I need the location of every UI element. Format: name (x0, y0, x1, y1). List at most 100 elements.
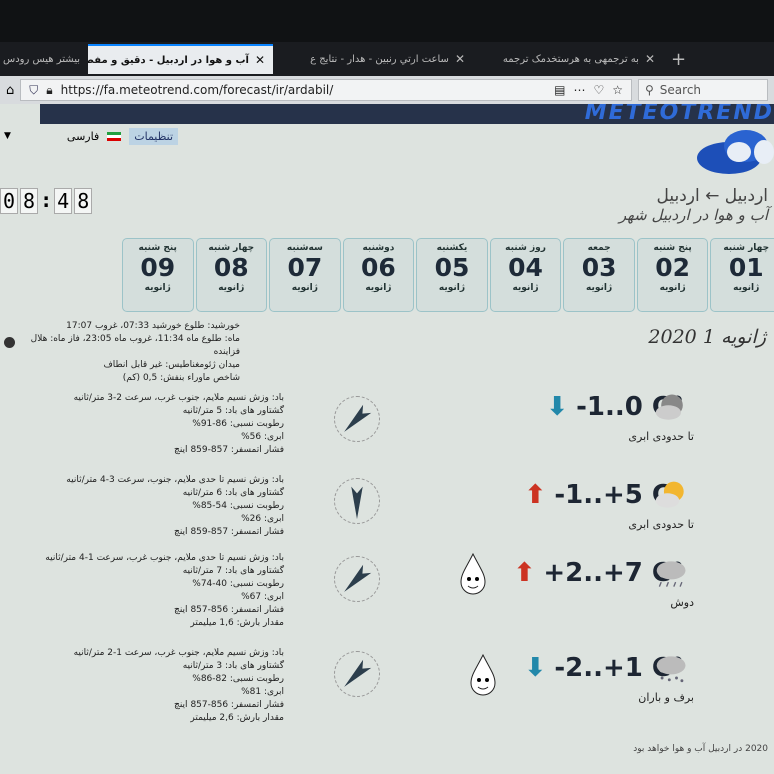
humidity-info: رطوبت نسبی: 54-85% (192, 501, 284, 511)
weekday: روز شنبه (505, 243, 546, 253)
new-tab-button[interactable]: + (663, 44, 694, 74)
search-input[interactable]: ⚲ Search (638, 79, 768, 101)
date-heading: ژانویه 1 2020 (648, 326, 766, 348)
cloud-info: ابری: 56% (241, 432, 284, 442)
clock-digit: 8 (74, 188, 93, 214)
day-tab-07[interactable]: سه‌شنبه 07 ژانویه (269, 238, 341, 312)
month: ژانویه (586, 283, 613, 293)
iran-flag-icon (107, 131, 122, 141)
close-icon[interactable]: ✕ (645, 52, 655, 66)
condition-label: برف و باران (638, 691, 694, 704)
day-number: 01 (728, 253, 764, 282)
search-icon: ⚲ (645, 83, 654, 97)
language-selector[interactable]: فارسی (67, 130, 99, 143)
gust-info: گشتاور های باد: 5 متر/ثانیه (182, 406, 284, 416)
raindrop-mascot-icon (460, 552, 486, 595)
tab-title: آب و هوا در اردبیل - دقیق و مفصل پ (88, 54, 249, 66)
close-icon[interactable]: ✕ (255, 53, 265, 67)
day-number: 04 (508, 253, 543, 282)
condition-label: تا حدودی ابری (628, 430, 694, 443)
raindrop-mascot-icon (470, 653, 496, 696)
weekday: چهار شنبه (208, 243, 255, 253)
tab[interactable]: ✕ به ترجمهی به هرستخدمک ترجمه (473, 44, 663, 74)
wind-info: باد: وزش نسیم تا حدی ملایم، جنوب، سرعت 3… (66, 475, 284, 485)
breadcrumb[interactable]: اردبیل ← اردبیل (619, 186, 768, 206)
wind-direction-icon (334, 651, 380, 697)
settings-button[interactable]: تنظیمات (129, 127, 179, 145)
day-tab-02[interactable]: پنج شنبه 02 ژانویه (636, 238, 709, 312)
day-number: 02 (655, 253, 691, 282)
address-bar[interactable]: ⛉ 🔒︎ https://fa.meteotrend.com/forecast/… (20, 79, 632, 101)
uv-index: شاخص ماوراء بنفش: 0,5 (کم) (122, 373, 240, 383)
wind-info: باد: وزش نسیم تا حدی ملایم، جنوب غرب، سر… (45, 553, 284, 563)
cloud-logo-icon (697, 130, 774, 174)
day-tab-05[interactable]: یکشنبه 05 ژانویه (416, 238, 488, 312)
forecast-details: باد: وزش نسیم ملایم، جنوب غرب، سرعت 1-2 … (44, 647, 284, 725)
day-tabs: چهار شنبه 01 ژانویه پنج شنبه 02 ژانویه جمعه 0… (121, 238, 774, 312)
pocket-icon[interactable]: ♡ (593, 83, 604, 97)
site-logo[interactable]: METEOTREND (585, 104, 774, 125)
astronomy-info: خورشید: طلوع خورشید 07:33، غروب 17:07 ما… (0, 320, 240, 385)
home-icon[interactable]: ⌂ (6, 83, 14, 98)
month: ژانویه (438, 283, 466, 293)
day-number: 05 (434, 253, 470, 282)
gust-info: گشتاور های باد: 7 متر/ثانیه (182, 566, 284, 576)
site-banner: METEOTREND (40, 104, 774, 125)
moon-phase-icon (4, 337, 15, 348)
trend-up-arrow-icon: ⬆ (524, 480, 547, 510)
month: ژانویه (144, 283, 171, 293)
day-tab-08[interactable]: چهار شنبه 08 ژانویه (195, 238, 268, 312)
trend-down-arrow-icon: ⬇ (546, 392, 569, 422)
tab[interactable]: بيشتر هيس رودس✕ (0, 44, 88, 74)
forecast-details: باد: وزش نسیم تا حدی ملایم، جنوب، سرعت 3… (44, 474, 284, 539)
location-heading: اردبیل ← اردبیل آب و هوا در اردبیل شهر (619, 186, 768, 224)
bookmark-star-icon[interactable]: ☆ (612, 83, 623, 97)
cloud-info: ابری: 67% (241, 592, 284, 602)
wind-info: باد: وزش نسیم ملایم، جنوب غرب، سرعت 2-3 … (73, 393, 284, 403)
forecast-row: باد: وزش نسیم ملایم، جنوب غرب، سرعت 2-3 … (0, 392, 774, 472)
day-number: 06 (361, 253, 396, 282)
cloud-info: ابری: 26% (241, 514, 284, 524)
weekday: سه‌شنبه (286, 243, 323, 253)
search-placeholder: Search (659, 83, 702, 97)
dropdown-icon[interactable]: ▼ (4, 131, 11, 141)
day-tab-01[interactable]: چهار شنبه 01 ژانویه (710, 238, 774, 312)
shield-icon[interactable]: ⛉ (29, 83, 38, 98)
month: ژانویه (365, 283, 392, 293)
pressure-info: فشار اتمسفر: 857-859 اینچ (174, 445, 284, 455)
clock-separator: : (40, 188, 53, 212)
weekday: پنج شنبه (653, 243, 692, 253)
navigation-bar: ⌂ ⛉ 🔒︎ https://fa.meteotrend.com/forecas… (0, 76, 774, 104)
day-tab-04[interactable]: روز شنبه 04 ژانویه (489, 238, 562, 312)
weekday: دوشنبه (362, 243, 395, 253)
weekday: پنج شنبه (138, 243, 177, 253)
language-bar: ▼ فارسی تنظیمات (0, 126, 179, 146)
day-number: 03 (581, 253, 617, 282)
gust-info: گشتاور های باد: 3 متر/ثانیه (182, 661, 284, 671)
day-tab-09[interactable]: پنج شنبه 09 ژانویه (121, 238, 194, 312)
cloud-info: ابری: 81% (241, 687, 284, 697)
day-number: 08 (213, 253, 249, 282)
day-tab-06[interactable]: دوشنبه 06 ژانویه (342, 238, 415, 312)
monitor-bezel (0, 0, 774, 42)
tab-bar: بيشتر هيس رودس✕ ✕ آب و هوا در اردبیل - دق… (0, 42, 774, 76)
day-number: 09 (140, 253, 176, 282)
condition-label: دوش (670, 596, 694, 609)
reader-view-icon[interactable]: ▤ (554, 83, 565, 97)
sun-info: خورشید: طلوع خورشید 07:33، غروب 17:07 (66, 321, 240, 331)
month: ژانویه (512, 283, 539, 293)
page-content: METEOTREND ▼ فارسی تنظیمات 08:48 اردبیل … (0, 104, 774, 774)
weekday: چهار شنبه (723, 243, 770, 253)
tab[interactable]: ✕ ساعت ارتي رنبین - هدار - نتایج ع (273, 44, 473, 74)
more-icon[interactable]: ⋯ (573, 83, 585, 97)
pressure-info: فشار اتمسفر: 857-859 اینچ (174, 527, 284, 537)
day-tab-03[interactable]: جمعه 03 ژانویه (563, 238, 635, 312)
humidity-info: رطوبت نسبی: 82-86% (192, 674, 284, 684)
url-text: https://fa.meteotrend.com/forecast/ir/ar… (60, 83, 334, 97)
wind-direction-icon (334, 478, 380, 524)
clock-digit: 8 (20, 188, 39, 214)
close-icon[interactable]: ✕ (455, 52, 465, 66)
humidity-info: رطوبت نسبی: 86-91% (192, 419, 284, 429)
tab-active[interactable]: ✕ آب و هوا در اردبیل - دقیق و مفصل پ (88, 44, 273, 74)
weekday: جمعه (587, 243, 611, 253)
